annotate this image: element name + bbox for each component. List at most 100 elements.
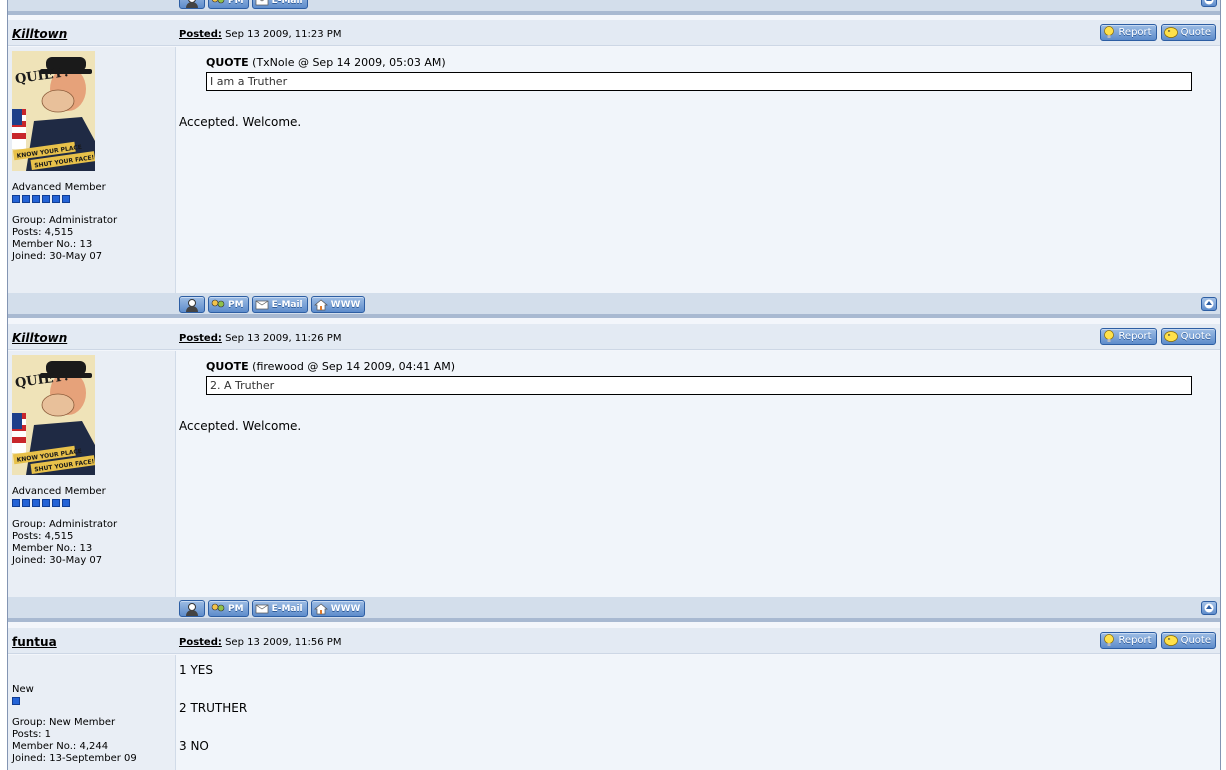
quote-header: QUOTE (firewood @ Sep 14 2009, 04:41 AM) [206,360,1192,373]
report-icon [1104,330,1115,342]
post-author-link[interactable]: funtua [12,635,57,649]
svg-text:": " [1167,637,1170,645]
rank-label: Advanced Member [12,486,106,497]
pm-button[interactable]: PM [208,296,249,313]
quote-source: (firewood @ Sep 14 2009, 04:41 AM) [252,360,456,373]
user-member-number: Member No.: 13 [12,239,93,250]
report-button[interactable]: Report [1100,24,1157,41]
email-button[interactable]: E-Mail [251,296,308,313]
email-button[interactable]: E-Mail [251,0,308,9]
profile-icon [186,602,198,616]
www-button[interactable]: WWW [310,296,366,313]
post-body: New Group: New Member Posts: 1 Member No… [8,655,1220,770]
profile-button[interactable] [179,600,205,617]
rank-pip [12,697,20,705]
rank-pip [22,499,30,507]
posted-date-value: Sep 13 2009, 11:26 PM [225,333,342,344]
quote-button[interactable]: " Quote [1160,328,1216,345]
rank-label: New [12,684,34,695]
back-to-top-button[interactable] [1201,601,1217,615]
report-button[interactable]: Report [1100,632,1157,649]
quote-label: Quote [1180,331,1211,342]
rank-pip [52,499,60,507]
pm-button[interactable]: PM [208,600,249,617]
forum-topic-view: PM E-Mail Killtown Posted: Sep 13 2009, … [7,0,1221,770]
rank-pips [12,697,34,705]
rank-pip [12,499,20,507]
pm-icon [211,603,225,611]
user-joined-date: Joined: 30-May 07 [12,251,103,262]
post-text: Accepted. Welcome. [179,115,302,129]
posted-date-value: Sep 13 2009, 11:23 PM [225,29,342,40]
quote-icon: " [1163,330,1178,342]
pm-button[interactable]: PM [208,0,249,9]
post-header: Killtown Posted: Sep 13 2009, 11:23 PM R… [8,20,1220,46]
user-group: Group: Administrator [12,519,118,530]
user-post-count: Posts: 1 [12,729,52,740]
rank-pip [22,195,30,203]
quote-source: (TxNole @ Sep 14 2009, 05:03 AM) [252,56,446,69]
author-panel: New Group: New Member Posts: 1 Member No… [8,655,176,770]
post-date: Posted: Sep 13 2009, 11:26 PM [179,333,341,344]
quote-block: QUOTE (TxNole @ Sep 14 2009, 05:03 AM) I… [206,56,1192,91]
post-buttons-bar: PM E-Mail [8,0,1220,15]
posted-label: Posted: [179,637,222,648]
back-to-top-button[interactable] [1201,297,1217,311]
svg-text:": " [1167,29,1170,37]
pm-label: PM [228,0,244,6]
post-body: QUIET! KNOW YOUR PLACE SHUT YOUR FACE! A… [8,351,1220,597]
report-label: Report [1118,331,1152,342]
user-rank: New [12,684,34,705]
profile-icon [186,0,198,8]
post-date: Posted: Sep 13 2009, 11:56 PM [179,637,341,648]
avatar: QUIET! KNOW YOUR PLACE SHUT YOUR FACE! [12,51,95,171]
post-author-link[interactable]: Killtown [12,331,67,345]
post-author-link[interactable]: Killtown [12,27,67,41]
post-text-line: 1 YES [179,663,213,677]
user-rank: Advanced Member [12,182,106,203]
user-post-count: Posts: 4,515 [12,227,74,238]
profile-icon [186,298,198,312]
user-rank: Advanced Member [12,486,106,507]
report-button[interactable]: Report [1100,328,1157,345]
www-button[interactable]: WWW [310,600,366,617]
author-panel: QUIET! KNOW YOUR PLACE SHUT YOUR FACE! A… [8,47,176,293]
quote-block: QUOTE (firewood @ Sep 14 2009, 04:41 AM)… [206,360,1192,395]
email-icon [255,604,268,614]
profile-button[interactable] [179,296,205,313]
svg-text:": " [1167,333,1170,341]
quote-icon: " [1163,26,1178,38]
user-member-number: Member No.: 4,244 [12,741,109,752]
back-to-top-button[interactable] [1201,0,1217,7]
user-stats: Group: Administrator Posts: 4,515 Member… [12,215,117,263]
email-label: E-Mail [271,0,303,6]
www-label: WWW [330,603,361,614]
post-buttons-bar: PM E-Mail WWW [8,597,1220,622]
pm-label: PM [228,603,244,614]
email-button[interactable]: E-Mail [251,600,308,617]
user-stats: Group: New Member Posts: 1 Member No.: 4… [12,717,137,765]
quote-label: Quote [1180,635,1211,646]
quote-content: 2. A Truther [206,376,1192,395]
posted-date-value: Sep 13 2009, 11:56 PM [225,637,342,648]
user-group: Group: Administrator [12,215,118,226]
quote-button[interactable]: " Quote [1160,24,1216,41]
user-joined-date: Joined: 13-September 09 [12,753,137,764]
user-member-number: Member No.: 13 [12,543,93,554]
quote-button[interactable]: " Quote [1160,632,1216,649]
profile-button[interactable] [179,0,205,9]
quote-title: QUOTE [206,360,249,373]
rank-pip [42,499,50,507]
home-icon [313,299,328,310]
rank-pip [42,195,50,203]
user-stats: Group: Administrator Posts: 4,515 Member… [12,519,117,567]
arrow-up-icon [1204,299,1214,309]
report-label: Report [1118,27,1152,38]
quote-label: Quote [1180,27,1211,38]
email-label: E-Mail [271,603,303,614]
arrow-up-icon [1204,603,1214,613]
email-icon [255,300,268,310]
quote-icon: " [1163,634,1178,646]
avatar: QUIET! KNOW YOUR PLACE SHUT YOUR FACE! [12,355,95,475]
rank-pip [62,195,70,203]
